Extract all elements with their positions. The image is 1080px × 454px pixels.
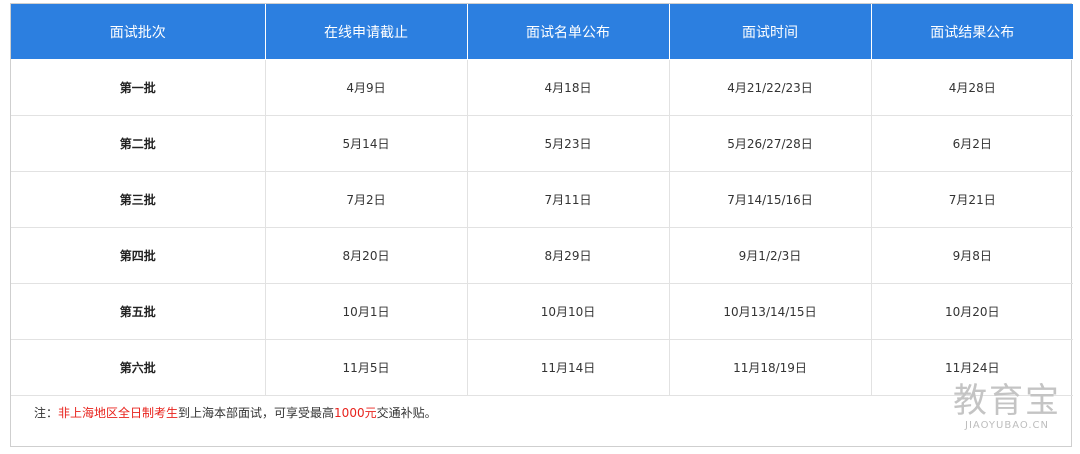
list-date-cell: 8月29日 — [467, 227, 670, 284]
result-date-cell: 9月8日 — [871, 227, 1073, 284]
list-date-cell: 7月11日 — [467, 171, 670, 228]
footnote-prefix: 注： — [34, 406, 59, 420]
interview-date-cell: 10月13/14/15日 — [669, 283, 872, 340]
footnote-highlight-amount: 1000元 — [334, 406, 377, 420]
deadline-cell: 10月1日 — [265, 283, 468, 340]
batch-cell: 第五批 — [11, 283, 266, 340]
watermark-sub-text: JIAOYUBAO.CN — [965, 420, 1049, 431]
result-date-cell: 10月20日 — [871, 283, 1073, 340]
list-date-cell: 5月23日 — [467, 115, 670, 172]
header-batch: 面试批次 — [11, 4, 266, 60]
header-list-announcement: 面试名单公布 — [467, 4, 670, 60]
list-date-cell: 4月18日 — [467, 59, 670, 116]
batch-cell: 第四批 — [11, 227, 266, 284]
interview-schedule-table: 面试批次 在线申请截止 面试名单公布 面试时间 面试结果公布 第一批 4月9日 … — [11, 4, 1073, 396]
result-date-cell: 6月2日 — [871, 115, 1073, 172]
table-header-row: 面试批次 在线申请截止 面试名单公布 面试时间 面试结果公布 — [11, 4, 1073, 60]
list-date-cell: 11月14日 — [467, 339, 670, 396]
footnote-highlight-region: 非上海地区全日制考生 — [58, 406, 179, 420]
deadline-cell: 4月9日 — [265, 59, 468, 116]
batch-cell: 第三批 — [11, 171, 266, 228]
result-date-cell: 4月28日 — [871, 59, 1073, 116]
result-date-cell: 7月21日 — [871, 171, 1073, 228]
interview-date-cell: 5月26/27/28日 — [669, 115, 872, 172]
footnote: 注：非上海地区全日制考生到上海本部面试，可享受最高1000元交通补贴。 — [34, 404, 437, 421]
interview-date-cell: 9月1/2/3日 — [669, 227, 872, 284]
watermark-main-text: 教育宝 — [953, 381, 1061, 421]
footnote-suffix: 交通补贴。 — [376, 406, 437, 420]
table-row: 第一批 4月9日 4月18日 4月21/22/23日 4月28日 — [11, 59, 1073, 116]
header-result-announcement: 面试结果公布 — [871, 4, 1073, 60]
batch-cell: 第一批 — [11, 59, 266, 116]
deadline-cell: 11月5日 — [265, 339, 468, 396]
footnote-middle: 到上海本部面试，可享受最高 — [178, 406, 335, 420]
table-row: 第三批 7月2日 7月11日 7月14/15/16日 7月21日 — [11, 171, 1073, 228]
table-row: 第二批 5月14日 5月23日 5月26/27/28日 6月2日 — [11, 115, 1073, 172]
table-row: 第五批 10月1日 10月10日 10月13/14/15日 10月20日 — [11, 283, 1073, 340]
list-date-cell: 10月10日 — [467, 283, 670, 340]
interview-date-cell: 11月18/19日 — [669, 339, 872, 396]
table-row: 第六批 11月5日 11月14日 11月18/19日 11月24日 — [11, 339, 1073, 396]
schedule-table-container: 面试批次 在线申请截止 面试名单公布 面试时间 面试结果公布 第一批 4月9日 … — [10, 3, 1073, 447]
interview-date-cell: 7月14/15/16日 — [669, 171, 872, 228]
deadline-cell: 7月2日 — [265, 171, 468, 228]
batch-cell: 第二批 — [11, 115, 266, 172]
deadline-cell: 5月14日 — [265, 115, 468, 172]
deadline-cell: 8月20日 — [265, 227, 468, 284]
watermark-logo: 教育宝 JIAOYUBAO.CN — [948, 382, 1066, 432]
header-application-deadline: 在线申请截止 — [265, 4, 468, 60]
table-row: 第四批 8月20日 8月29日 9月1/2/3日 9月8日 — [11, 227, 1073, 284]
interview-date-cell: 4月21/22/23日 — [669, 59, 872, 116]
header-interview-time: 面试时间 — [669, 4, 872, 60]
batch-cell: 第六批 — [11, 339, 266, 396]
